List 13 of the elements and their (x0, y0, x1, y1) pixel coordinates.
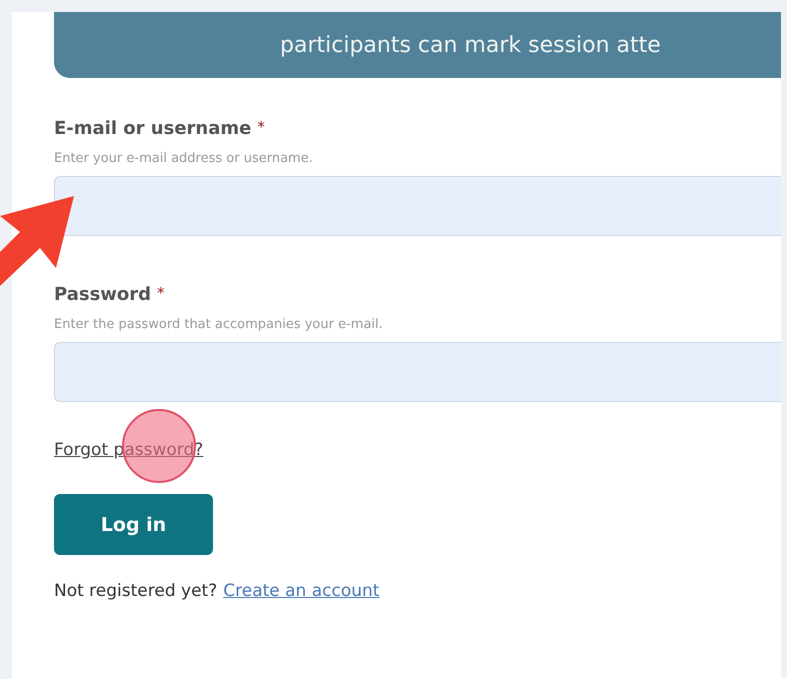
field-label: Password (54, 284, 152, 305)
required-mark: * (157, 284, 165, 302)
required-mark: * (257, 118, 265, 136)
input-field[interactable] (54, 176, 781, 236)
input-field[interactable] (54, 342, 781, 402)
register-prompt: Not registered yet? (54, 581, 218, 601)
field-label: E-mail or username (54, 118, 252, 139)
field-hint: Enter the password that accompanies your e-mail. (54, 317, 384, 332)
field-hint: Enter your e-mail address or username. (54, 151, 314, 166)
create-account-link[interactable]: Create an account (223, 581, 380, 601)
forgot-password-link[interactable]: Forgot password? (54, 440, 204, 460)
banner-text: participants can mark session atte (279, 32, 662, 60)
login-button[interactable]: Log in (54, 494, 213, 555)
